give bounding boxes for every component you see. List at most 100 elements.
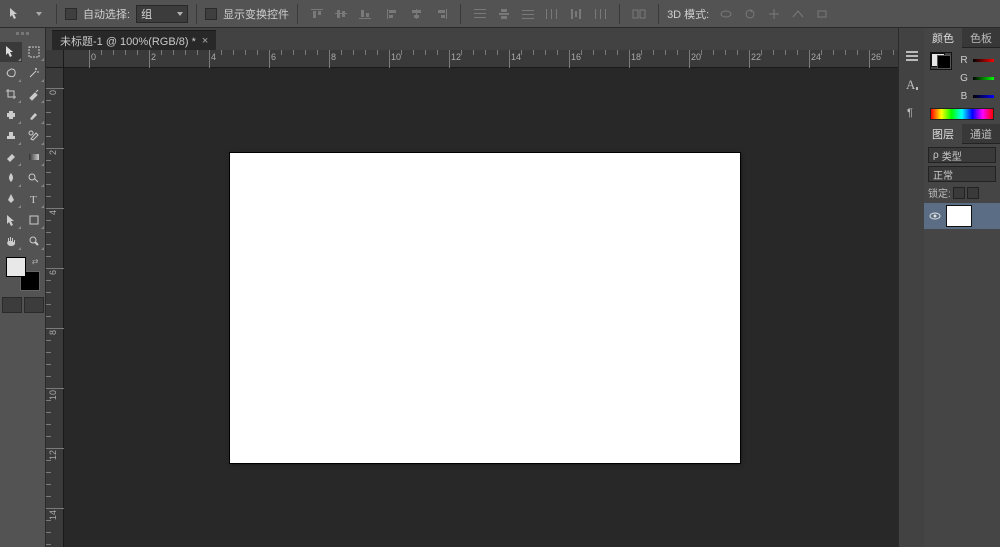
svg-text:¶: ¶: [907, 107, 913, 119]
zoom-tool[interactable]: [23, 231, 45, 251]
separator: [196, 4, 197, 24]
document-tabs: 未标题-1 @ 100%(RGB/8) * ×: [46, 28, 898, 50]
align-vcenter-icon[interactable]: [330, 4, 352, 24]
g-label: G: [959, 73, 969, 84]
canvas[interactable]: [230, 153, 740, 463]
show-transform-checkbox[interactable]: [205, 8, 217, 20]
distribute-hcenter-icon[interactable]: [565, 4, 587, 24]
right-dock: A ¶ 颜色 色板 R G B: [898, 28, 1000, 547]
move-tool-indicator-icon: [6, 5, 24, 23]
ruler-corner[interactable]: [46, 50, 64, 68]
lock-position-icon[interactable]: [967, 187, 979, 199]
toolbox-handle[interactable]: [0, 32, 45, 40]
hand-tool[interactable]: [0, 231, 22, 251]
lock-row: 锁定:: [928, 185, 996, 200]
foreground-swatch[interactable]: [6, 257, 26, 277]
path-select-tool[interactable]: [0, 210, 22, 230]
3d-slide-icon[interactable]: [787, 4, 809, 24]
auto-select-checkbox[interactable]: [65, 8, 77, 20]
b-slider[interactable]: [973, 95, 994, 98]
separator: [460, 4, 461, 24]
3d-roll-icon[interactable]: [739, 4, 761, 24]
lock-label: 锁定:: [928, 185, 951, 200]
distribute-group: [469, 4, 611, 24]
lasso-tool[interactable]: [0, 63, 22, 83]
heal-tool[interactable]: [0, 105, 22, 125]
crop-tool[interactable]: [0, 84, 22, 104]
distribute-right-icon[interactable]: [589, 4, 611, 24]
align-hcenter-icon[interactable]: [406, 4, 428, 24]
dodge-tool[interactable]: [23, 168, 45, 188]
hue-strip[interactable]: [930, 108, 994, 120]
distribute-top-icon[interactable]: [469, 4, 491, 24]
color-swatches[interactable]: ⇄: [6, 257, 40, 291]
blur-tool[interactable]: [0, 168, 22, 188]
layer-thumbnail[interactable]: [946, 205, 972, 227]
g-slider[interactable]: [973, 77, 994, 80]
canvas-background[interactable]: [64, 68, 898, 547]
3d-scale-icon[interactable]: [811, 4, 833, 24]
quickmask-toggle[interactable]: [2, 297, 22, 313]
distribute-vcenter-icon[interactable]: [493, 4, 515, 24]
b-label: B: [959, 91, 969, 102]
mode3d-label: 3D 模式:: [667, 6, 709, 22]
character-panel-icon[interactable]: A: [902, 74, 922, 94]
svg-text:A: A: [906, 77, 916, 92]
3d-rotate-icon[interactable]: [715, 4, 737, 24]
distribute-bottom-icon[interactable]: [517, 4, 539, 24]
3d-pan-icon[interactable]: [763, 4, 785, 24]
caret-down-icon[interactable]: [30, 5, 48, 23]
marquee-tool[interactable]: [23, 42, 45, 62]
brush-tool[interactable]: [23, 105, 45, 125]
vertical-ruler[interactable]: 02468101214: [46, 68, 64, 547]
panels: 颜色 色板 R G B 图层 通道: [924, 28, 1000, 547]
caret-down-icon: [177, 12, 183, 16]
auto-select-target-select[interactable]: 组: [136, 5, 188, 23]
color-panel: R G B: [924, 48, 1000, 124]
visibility-icon[interactable]: [928, 210, 942, 222]
auto-align-icon[interactable]: [628, 4, 650, 24]
align-top-icon[interactable]: [306, 4, 328, 24]
layers-tab[interactable]: 图层: [924, 124, 962, 144]
type-tool[interactable]: T: [23, 189, 45, 209]
layer-item[interactable]: [924, 203, 1000, 229]
show-transform-label: 显示变换控件: [223, 6, 289, 22]
separator: [619, 4, 620, 24]
stamp-tool[interactable]: [0, 126, 22, 146]
gradient-tool[interactable]: [23, 147, 45, 167]
lock-pixels-icon[interactable]: [953, 187, 965, 199]
toolbox: T ⇄: [0, 28, 46, 547]
layers-panel-tabs: 图层 通道: [924, 124, 1000, 144]
distribute-left-icon[interactable]: [541, 4, 563, 24]
screen-mode-toggle[interactable]: [24, 297, 44, 313]
color-panel-tabs: 颜色 色板: [924, 28, 1000, 48]
align-left-icon[interactable]: [382, 4, 404, 24]
paragraph-panel-icon[interactable]: ¶: [902, 102, 922, 122]
document-tab[interactable]: 未标题-1 @ 100%(RGB/8) * ×: [52, 30, 216, 50]
filter-kind-select[interactable]: ρ类型: [928, 147, 996, 163]
color-tab[interactable]: 颜色: [924, 28, 962, 48]
swap-colors-icon[interactable]: ⇄: [32, 257, 39, 266]
blend-mode-select[interactable]: 正常: [928, 166, 996, 182]
wand-tool[interactable]: [23, 63, 45, 83]
history-panel-icon[interactable]: [902, 46, 922, 66]
align-right-icon[interactable]: [430, 4, 452, 24]
swatches-tab[interactable]: 色板: [962, 28, 1000, 48]
align-bottom-icon[interactable]: [354, 4, 376, 24]
separator: [658, 4, 659, 24]
shape-tool[interactable]: [23, 210, 45, 230]
align-group: [306, 4, 376, 24]
horizontal-ruler[interactable]: 02468101214161820222426: [64, 50, 898, 68]
r-slider[interactable]: [973, 59, 994, 62]
eyedropper-tool[interactable]: [23, 84, 45, 104]
move-tool[interactable]: [0, 42, 22, 62]
history-brush-tool[interactable]: [23, 126, 45, 146]
filter-kind-label: 类型: [942, 148, 962, 163]
canvas-container: 02468101214161820222426 02468101214: [46, 50, 898, 547]
pen-tool[interactable]: [0, 189, 22, 209]
eraser-tool[interactable]: [0, 147, 22, 167]
channels-tab[interactable]: 通道: [962, 124, 1000, 144]
panel-color-swatches[interactable]: [930, 52, 952, 70]
dock-icons: A ¶: [898, 28, 924, 547]
close-tab-icon[interactable]: ×: [202, 35, 208, 47]
